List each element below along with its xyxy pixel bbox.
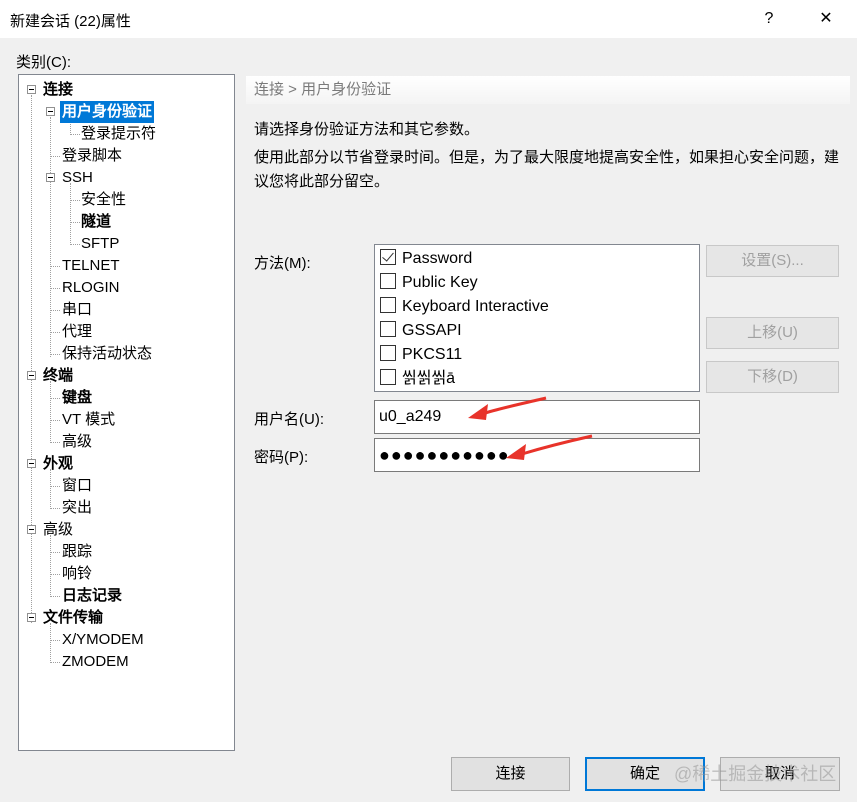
method-label-text: GSSAPI xyxy=(402,322,462,339)
collapse-icon[interactable] xyxy=(27,613,36,622)
tree-item-window[interactable]: 窗口 xyxy=(62,475,92,497)
tree-item-ssh[interactable]: SSH xyxy=(62,167,93,189)
method-label-text: Password xyxy=(402,250,473,267)
method-keyboard-interactive[interactable]: Keyboard Interactive xyxy=(380,295,549,319)
method-list[interactable]: Password Public Key Keyboard Interactive… xyxy=(374,244,700,392)
method-label: 方法(M): xyxy=(254,255,311,272)
breadcrumb: 连接 > 用户身份验证 xyxy=(246,76,850,104)
tree-item-user-auth[interactable]: 用户身份验证 xyxy=(60,101,155,123)
help-button[interactable]: ? xyxy=(757,6,781,32)
tree-item-appearance[interactable]: 外观 xyxy=(43,453,73,475)
tree-item-security[interactable]: 安全性 xyxy=(81,189,126,211)
tree-item-telnet[interactable]: TELNET xyxy=(62,255,120,277)
checkbox-icon[interactable] xyxy=(380,345,396,361)
method-pkcs11[interactable]: PKCS11 xyxy=(380,343,462,367)
tree-item-xymodem[interactable]: X/YMODEM xyxy=(62,629,144,651)
tree-item-advanced[interactable]: 高级 xyxy=(43,519,73,541)
checkbox-checked-icon[interactable] xyxy=(380,249,396,265)
category-label: 类别(C): xyxy=(16,54,71,71)
tree-item-highlight[interactable]: 突出 xyxy=(62,497,92,519)
checkbox-icon[interactable] xyxy=(380,297,396,313)
method-gssapi[interactable]: GSSAPI xyxy=(380,319,462,343)
checkbox-icon[interactable] xyxy=(380,273,396,289)
close-button[interactable]: ✕ xyxy=(808,6,844,32)
description-text: 请选择身份验证方法和其它参数。 xyxy=(254,121,480,138)
tree-item-logging[interactable]: 日志记录 xyxy=(62,585,122,607)
tree-item-vt-mode[interactable]: VT 模式 xyxy=(62,409,115,431)
tree-item-serial[interactable]: 串口 xyxy=(62,299,92,321)
move-up-button[interactable]: 上移(U) xyxy=(706,317,839,349)
tree-item-rlogin[interactable]: RLOGIN xyxy=(62,277,120,299)
method-unknown[interactable]: 씱씱씱ā xyxy=(380,367,455,391)
collapse-icon[interactable] xyxy=(46,107,55,116)
tree-item-file-transfer[interactable]: 文件传输 xyxy=(43,607,103,629)
annotation-arrow-icon xyxy=(468,396,547,420)
settings-button[interactable]: 设置(S)... xyxy=(706,245,839,277)
annotation-arrow-icon xyxy=(506,434,593,460)
tree-item-sftp[interactable]: SFTP xyxy=(81,233,119,255)
tree-item-proxy[interactable]: 代理 xyxy=(62,321,92,343)
collapse-icon[interactable] xyxy=(27,459,36,468)
tree-item-terminal-advanced[interactable]: 高级 xyxy=(62,431,92,453)
move-down-button[interactable]: 下移(D) xyxy=(706,361,839,393)
collapse-icon[interactable] xyxy=(27,525,36,534)
tree-item-keyboard[interactable]: 键盘 xyxy=(62,387,92,409)
method-label-text: 씱씱씱ā xyxy=(402,370,456,387)
tree-item-bell[interactable]: 响铃 xyxy=(62,563,92,585)
collapse-icon[interactable] xyxy=(27,85,36,94)
checkbox-icon[interactable] xyxy=(380,369,396,385)
method-label-text: Public Key xyxy=(402,274,478,291)
tree-item-tunnel[interactable]: 隧道 xyxy=(81,211,111,233)
tree-item-trace[interactable]: 跟踪 xyxy=(62,541,92,563)
tree-item-login-script[interactable]: 登录脚本 xyxy=(62,145,122,167)
description-note: 使用此部分以节省登录时间。但是，为了最大限度地提高安全性，如果担心安全问题，建议… xyxy=(254,149,840,190)
method-password[interactable]: Password xyxy=(380,247,472,271)
title-bar: 新建会话 (22)属性 ? ✕ xyxy=(0,0,857,38)
method-label-text: Keyboard Interactive xyxy=(402,298,549,315)
method-label-text: PKCS11 xyxy=(402,346,463,363)
window-title: 新建会话 (22)属性 xyxy=(10,13,131,30)
collapse-icon[interactable] xyxy=(27,371,36,380)
watermark: @稀土掘金技术社区 xyxy=(674,764,837,784)
checkbox-icon[interactable] xyxy=(380,321,396,337)
tree-item-keepalive[interactable]: 保持活动状态 xyxy=(62,343,152,365)
connect-button[interactable]: 连接 xyxy=(451,757,570,791)
tree-item-login-prompt[interactable]: 登录提示符 xyxy=(81,123,156,145)
category-tree[interactable]: 连接 用户身份验证 登录提示符 登录脚本 SSH 安全性 隧道 SFTP TEL… xyxy=(18,74,235,751)
username-label: 用户名(U): xyxy=(254,411,324,428)
password-label: 密码(P): xyxy=(254,449,309,466)
tree-item-zmodem[interactable]: ZMODEM xyxy=(62,651,129,673)
collapse-icon[interactable] xyxy=(46,173,55,182)
tree-item-connection[interactable]: 连接 xyxy=(43,79,73,101)
method-public-key[interactable]: Public Key xyxy=(380,271,478,295)
tree-item-terminal[interactable]: 终端 xyxy=(43,365,73,387)
